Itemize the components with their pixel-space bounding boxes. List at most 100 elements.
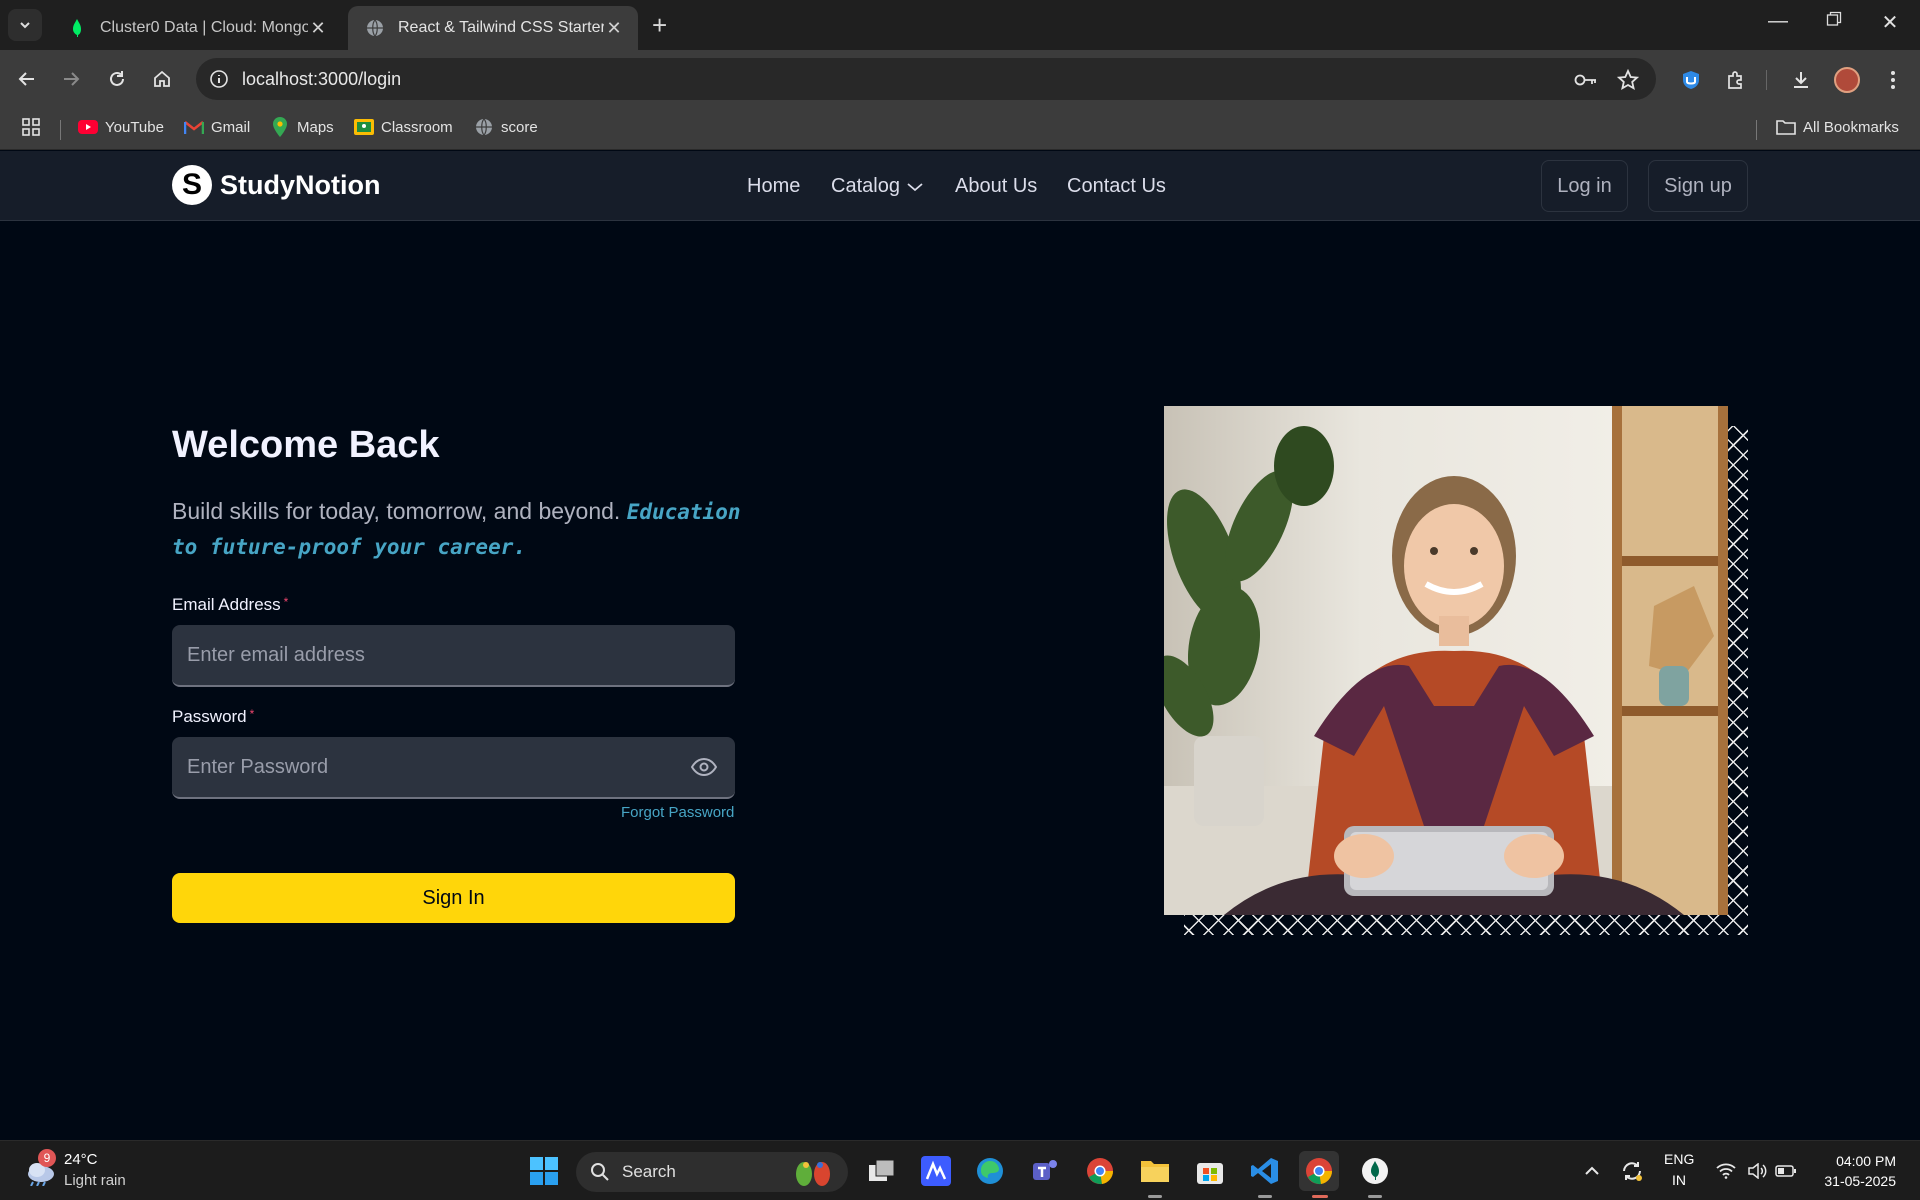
bookmark-divider	[60, 120, 61, 140]
subtitle-text: Build skills for today, tomorrow, and be…	[172, 498, 621, 524]
sync-icon[interactable]	[1612, 1151, 1652, 1191]
system-clock[interactable]: 04:00 PM 31-05-2025	[1824, 1151, 1896, 1191]
globe-icon	[474, 118, 494, 136]
show-hidden-icons-chevron-up-icon[interactable]	[1572, 1151, 1612, 1191]
site-info-icon[interactable]	[206, 66, 232, 92]
region-indicator: IN	[1672, 1172, 1686, 1188]
windows-taskbar: 9 24°C Light rain Search ENG IN 04:00 PM…	[0, 1140, 1920, 1200]
bookmarks-bar: YouTube Gmail Maps Classroom score All B…	[0, 108, 1920, 150]
close-window-icon[interactable]: ✕	[1870, 10, 1910, 35]
microsoft-store-icon[interactable]	[1190, 1151, 1230, 1191]
all-bookmarks[interactable]: All Bookmarks	[1776, 118, 1899, 136]
site-navbar: S StudyNotion Home Catalog About Us Cont…	[0, 151, 1920, 221]
logo-mark-icon: S	[172, 165, 212, 205]
extension-shield-icon[interactable]	[1678, 67, 1704, 93]
password-label: Password *	[172, 707, 254, 727]
sign-in-button[interactable]: Sign In	[172, 873, 735, 923]
all-bookmarks-label: All Bookmarks	[1803, 118, 1899, 136]
bookmark-classroom[interactable]: Classroom	[354, 118, 453, 136]
bookmark-youtube[interactable]: YouTube	[78, 118, 164, 136]
maps-pin-icon	[270, 117, 290, 137]
browser-tab-bar: Cluster0 Data | Cloud: MongoDB ✕ React &…	[0, 0, 1920, 50]
email-field[interactable]	[172, 625, 735, 687]
youtube-icon	[78, 118, 98, 136]
login-hero-image	[1164, 406, 1728, 915]
vscode-icon[interactable]	[1245, 1151, 1285, 1191]
profile-avatar[interactable]	[1834, 67, 1860, 93]
weather-badge: 9	[38, 1149, 56, 1167]
teams-icon[interactable]	[1025, 1151, 1065, 1191]
tab-search-button[interactable]	[8, 9, 42, 41]
required-mark: *	[249, 707, 255, 721]
chevron-down-icon	[20, 22, 30, 29]
chrome-icon[interactable]	[1080, 1151, 1120, 1191]
bookmark-score[interactable]: score	[474, 118, 538, 136]
url-text: localhost:3000/login	[242, 69, 402, 89]
weather-description: Light rain	[64, 1172, 126, 1189]
tab-close-icon[interactable]: ✕	[604, 18, 624, 39]
page-title: Welcome Back	[172, 424, 440, 466]
windows-start-icon[interactable]	[524, 1151, 564, 1191]
bookmark-star-icon[interactable]	[1616, 68, 1640, 92]
running-indicator	[1368, 1195, 1382, 1198]
back-icon[interactable]	[14, 66, 40, 92]
required-mark: *	[283, 595, 289, 609]
taskbar-search[interactable]: Search	[576, 1152, 848, 1192]
nav-catalog[interactable]: Catalog	[831, 175, 924, 198]
running-indicator	[1258, 1195, 1272, 1198]
tab-title: Cluster0 Data | Cloud: MongoDB	[100, 19, 308, 36]
address-bar[interactable]: localhost:3000/login	[196, 58, 1656, 100]
email-label: Email Address *	[172, 595, 288, 615]
password-field[interactable]	[172, 737, 735, 799]
new-tab-button[interactable]: +	[652, 12, 667, 38]
bookmark-label: Gmail	[211, 118, 251, 136]
minimize-icon[interactable]: —	[1758, 10, 1798, 33]
task-view-icon[interactable]	[862, 1151, 902, 1191]
restore-icon[interactable]	[1814, 10, 1854, 33]
folder-icon	[1776, 118, 1796, 136]
bookmark-label: Maps	[297, 118, 334, 136]
bookmark-maps[interactable]: Maps	[270, 117, 334, 137]
mongodb-leaf-icon	[68, 19, 86, 37]
search-icon	[591, 1163, 609, 1181]
edge-icon[interactable]	[970, 1151, 1010, 1191]
clock-date: 31-05-2025	[1824, 1173, 1896, 1189]
chrome-active-icon[interactable]	[1299, 1151, 1339, 1191]
tab-react-starter[interactable]: React & Tailwind CSS Starter Pack ✕	[348, 6, 638, 50]
browser-toolbar: localhost:3000/login	[0, 50, 1920, 108]
page-subtitle: Build skills for today, tomorrow, and be…	[172, 494, 752, 564]
bookmark-gmail[interactable]: Gmail	[184, 118, 250, 136]
signup-button[interactable]: Sign up	[1648, 160, 1748, 212]
tab-close-icon[interactable]: ✕	[308, 18, 328, 39]
home-icon[interactable]	[149, 66, 175, 92]
battery-icon[interactable]	[1766, 1151, 1806, 1191]
gmail-icon	[184, 118, 204, 136]
app-m-icon[interactable]	[916, 1151, 956, 1191]
nav-catalog-label: Catalog	[831, 175, 900, 197]
login-button[interactable]: Log in	[1541, 160, 1628, 212]
reload-icon[interactable]	[104, 66, 130, 92]
forgot-password-link[interactable]: Forgot Password	[621, 804, 734, 821]
bookmark-label: score	[501, 118, 538, 136]
apps-grid-icon[interactable]	[22, 118, 40, 136]
search-highlight-parrots-icon	[790, 1158, 836, 1191]
tab-mongodb[interactable]: Cluster0 Data | Cloud: MongoDB ✕	[50, 6, 342, 50]
running-indicator	[1148, 1195, 1162, 1198]
nav-home[interactable]: Home	[747, 175, 800, 198]
brand-name: StudyNotion	[220, 169, 381, 200]
password-key-icon[interactable]	[1574, 68, 1598, 92]
site-logo[interactable]: S StudyNotion	[172, 165, 380, 205]
nav-about[interactable]: About Us	[955, 175, 1037, 198]
download-icon[interactable]	[1788, 67, 1814, 93]
mongodb-compass-icon[interactable]	[1355, 1151, 1395, 1191]
file-explorer-icon[interactable]	[1135, 1151, 1175, 1191]
bookmark-divider	[1756, 120, 1757, 140]
password-label-text: Password	[172, 707, 247, 726]
bookmark-label: Classroom	[381, 118, 453, 136]
extensions-puzzle-icon[interactable]	[1723, 67, 1749, 93]
forward-icon[interactable]	[58, 66, 84, 92]
language-indicator[interactable]: ENG	[1664, 1151, 1694, 1167]
show-password-eye-icon[interactable]	[690, 755, 718, 779]
nav-contact[interactable]: Contact Us	[1067, 175, 1166, 198]
more-menu-icon[interactable]	[1880, 67, 1906, 93]
